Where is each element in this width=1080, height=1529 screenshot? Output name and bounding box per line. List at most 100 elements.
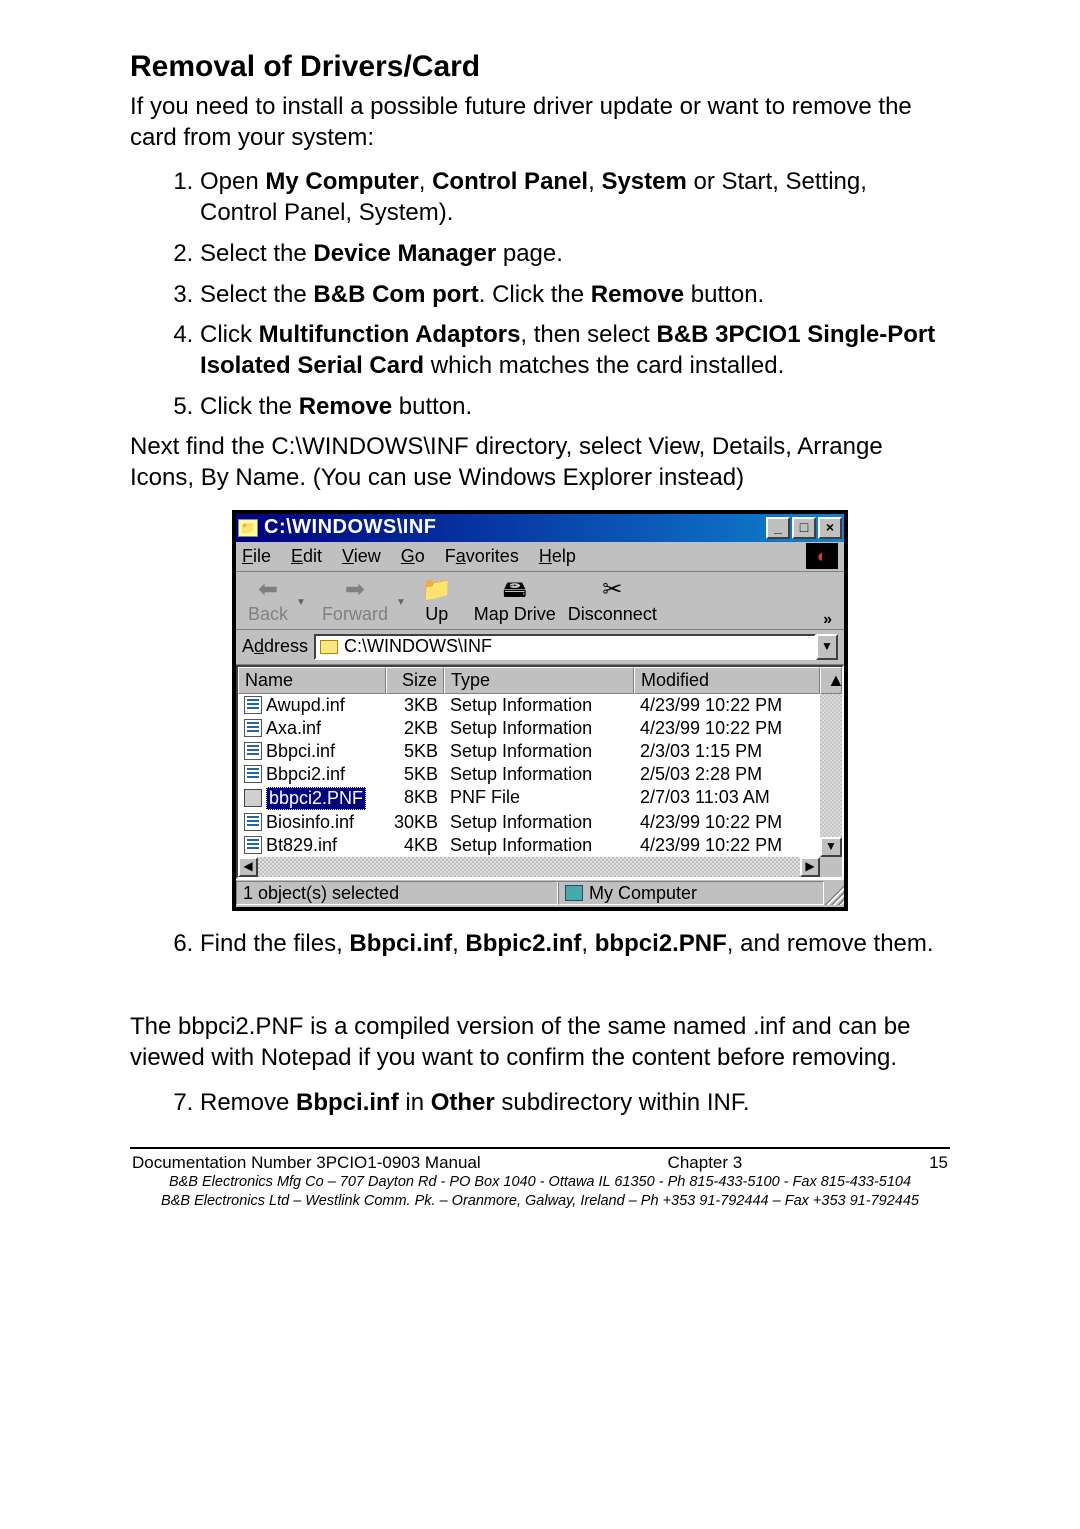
file-modified: 2/7/03 11:03 AM bbox=[634, 787, 820, 810]
footer-page-number: 15 bbox=[929, 1153, 948, 1173]
back-button[interactable]: ⬅ Back bbox=[242, 576, 294, 629]
window-title: C:\WINDOWS\INF bbox=[264, 516, 764, 539]
step-1: Open My Computer, Control Panel, System … bbox=[200, 167, 950, 228]
col-name[interactable]: Name bbox=[238, 667, 386, 694]
minimize-button[interactable]: _ bbox=[766, 517, 790, 539]
footer-doc-number: Documentation Number 3PCIO1-0903 Manual bbox=[132, 1153, 481, 1173]
file-name: Axa.inf bbox=[266, 718, 321, 739]
table-row[interactable]: Biosinfo.inf 30KBSetup Information4/23/99… bbox=[238, 811, 820, 834]
table-row[interactable]: Bbpci.inf 5KBSetup Information2/3/03 1:15… bbox=[238, 740, 820, 763]
file-size: 8KB bbox=[386, 787, 444, 810]
inf-file-icon bbox=[244, 813, 262, 831]
file-modified: 4/23/99 10:22 PM bbox=[634, 812, 820, 833]
file-type: Setup Information bbox=[444, 718, 634, 739]
step-2: Select the Device Manager page. bbox=[200, 239, 950, 270]
file-modified: 4/23/99 10:22 PM bbox=[634, 718, 820, 739]
file-type: Setup Information bbox=[444, 812, 634, 833]
step-7: Remove Bbpci.inf in Other subdirectory w… bbox=[200, 1088, 950, 1119]
my-computer-icon bbox=[565, 885, 583, 901]
address-folder-icon bbox=[320, 640, 338, 654]
file-list: Name Size Type Modified ▲ Awupd.inf3KBSe… bbox=[236, 665, 844, 879]
footer-chapter: Chapter 3 bbox=[668, 1153, 743, 1173]
table-row[interactable]: Bbpci2.inf5KBSetup Information2/5/03 2:2… bbox=[238, 763, 820, 786]
status-selection: 1 object(s) selected bbox=[236, 881, 558, 905]
footer-line-1: Documentation Number 3PCIO1-0903 Manual … bbox=[130, 1153, 950, 1173]
map-drive-button[interactable]: 🖴 Map Drive bbox=[468, 576, 562, 629]
address-label: Address bbox=[242, 636, 308, 657]
toolbar-overflow-button[interactable]: » bbox=[817, 611, 838, 629]
file-modified: 2/3/03 1:15 PM bbox=[634, 741, 820, 762]
forward-button[interactable]: ➡ Forward bbox=[316, 576, 394, 629]
menu-favorites[interactable]: Favorites bbox=[445, 546, 519, 567]
step-5: Click the Remove button. bbox=[200, 392, 950, 423]
address-dropdown-button[interactable]: ▼ bbox=[816, 634, 838, 660]
menu-file[interactable]: File bbox=[242, 546, 271, 567]
file-size: 4KB bbox=[386, 835, 444, 856]
file-name: Bbpci.inf bbox=[266, 741, 335, 762]
file-size: 3KB bbox=[386, 695, 444, 716]
col-modified[interactable]: Modified bbox=[634, 667, 820, 694]
table-row[interactable]: Axa.inf2KBSetup Information4/23/99 10:22… bbox=[238, 717, 820, 740]
file-type: Setup Information bbox=[444, 741, 634, 762]
file-name: Bt829.inf bbox=[266, 835, 337, 856]
up-button[interactable]: 📁 Up bbox=[416, 576, 458, 629]
scroll-down-button[interactable]: ▼ bbox=[820, 837, 842, 857]
menu-view[interactable]: View bbox=[342, 546, 381, 567]
back-dropdown-icon[interactable]: ▼ bbox=[296, 597, 306, 608]
file-type: Setup Information bbox=[444, 835, 634, 856]
maximize-button[interactable]: □ bbox=[792, 517, 816, 539]
scroll-left-button[interactable]: ◀ bbox=[238, 857, 258, 877]
statusbar: 1 object(s) selected My Computer bbox=[236, 879, 844, 907]
menu-go[interactable]: Go bbox=[401, 546, 425, 567]
menu-help[interactable]: Help bbox=[539, 546, 576, 567]
back-arrow-icon: ⬅ bbox=[258, 578, 278, 604]
disconnect-icon: ✂ bbox=[602, 578, 622, 604]
footer-address-ie: B&B Electronics Ltd – Westlink Comm. Pk.… bbox=[130, 1192, 950, 1212]
step-3: Select the B&B Com port. Click the Remov… bbox=[200, 280, 950, 311]
titlebar: 📁 C:\WINDOWS\INF _ □ × bbox=[236, 514, 844, 542]
throbber-icon: ◐ bbox=[806, 543, 838, 569]
menu-edit[interactable]: Edit bbox=[291, 546, 322, 567]
after-step6-paragraph: The bbpci2.PNF is a compiled version of … bbox=[130, 1012, 950, 1073]
scroll-up-button[interactable]: ▲ bbox=[820, 667, 842, 694]
file-size: 5KB bbox=[386, 741, 444, 762]
horizontal-scrollbar[interactable]: ◀ ▶ bbox=[238, 857, 842, 877]
after-step5-paragraph: Next find the C:\WINDOWS\INF directory, … bbox=[130, 432, 950, 493]
file-type: PNF File bbox=[444, 787, 634, 810]
scroll-right-button[interactable]: ▶ bbox=[800, 857, 820, 877]
status-location: My Computer bbox=[558, 881, 824, 905]
inf-file-icon bbox=[244, 696, 262, 714]
file-name: bbpci2.PNF bbox=[266, 787, 366, 810]
intro-paragraph: If you need to install a possible future… bbox=[130, 92, 950, 153]
menubar: File Edit View Go Favorites Help ◐ bbox=[236, 542, 844, 572]
inf-file-icon bbox=[244, 836, 262, 854]
step-6: Find the files, Bbpci.inf, Bbpic2.inf, b… bbox=[200, 929, 950, 998]
vertical-scrollbar[interactable]: ▼ bbox=[820, 694, 842, 857]
inf-file-icon bbox=[244, 719, 262, 737]
col-size[interactable]: Size bbox=[386, 667, 444, 694]
col-type[interactable]: Type bbox=[444, 667, 634, 694]
file-size: 30KB bbox=[386, 812, 444, 833]
folder-sys-icon: 📁 bbox=[238, 519, 258, 537]
up-folder-icon: 📁 bbox=[422, 578, 452, 604]
steps-list-7: Remove Bbpci.inf in Other subdirectory w… bbox=[130, 1088, 950, 1119]
address-bar: Address C:\WINDOWS\INF ▼ bbox=[236, 630, 844, 665]
resize-grip[interactable] bbox=[824, 881, 844, 905]
file-type: Setup Information bbox=[444, 764, 634, 785]
table-row[interactable]: Bt829.inf 4KBSetup Information4/23/99 10:… bbox=[238, 834, 820, 857]
file-name: Biosinfo.inf bbox=[266, 812, 354, 833]
file-type: Setup Information bbox=[444, 695, 634, 716]
file-modified: 4/23/99 10:22 PM bbox=[634, 835, 820, 856]
forward-dropdown-icon[interactable]: ▼ bbox=[396, 597, 406, 608]
disconnect-button[interactable]: ✂ Disconnect bbox=[562, 576, 663, 629]
scrollbar-corner bbox=[820, 857, 842, 877]
table-row[interactable]: Awupd.inf3KBSetup Information4/23/99 10:… bbox=[238, 694, 820, 717]
toolbar: ⬅ Back ▼ ➡ Forward ▼ 📁 Up 🖴 Map Drive ✂ bbox=[236, 572, 844, 630]
section-heading: Removal of Drivers/Card bbox=[130, 50, 950, 84]
column-headers: Name Size Type Modified ▲ bbox=[238, 667, 842, 694]
inf-file-icon bbox=[244, 765, 262, 783]
address-field[interactable]: C:\WINDOWS\INF bbox=[314, 634, 816, 660]
file-size: 5KB bbox=[386, 764, 444, 785]
close-button[interactable]: × bbox=[818, 517, 842, 539]
table-row[interactable]: bbpci2.PNF 8KBPNF File2/7/03 11:03 AM bbox=[238, 786, 820, 811]
